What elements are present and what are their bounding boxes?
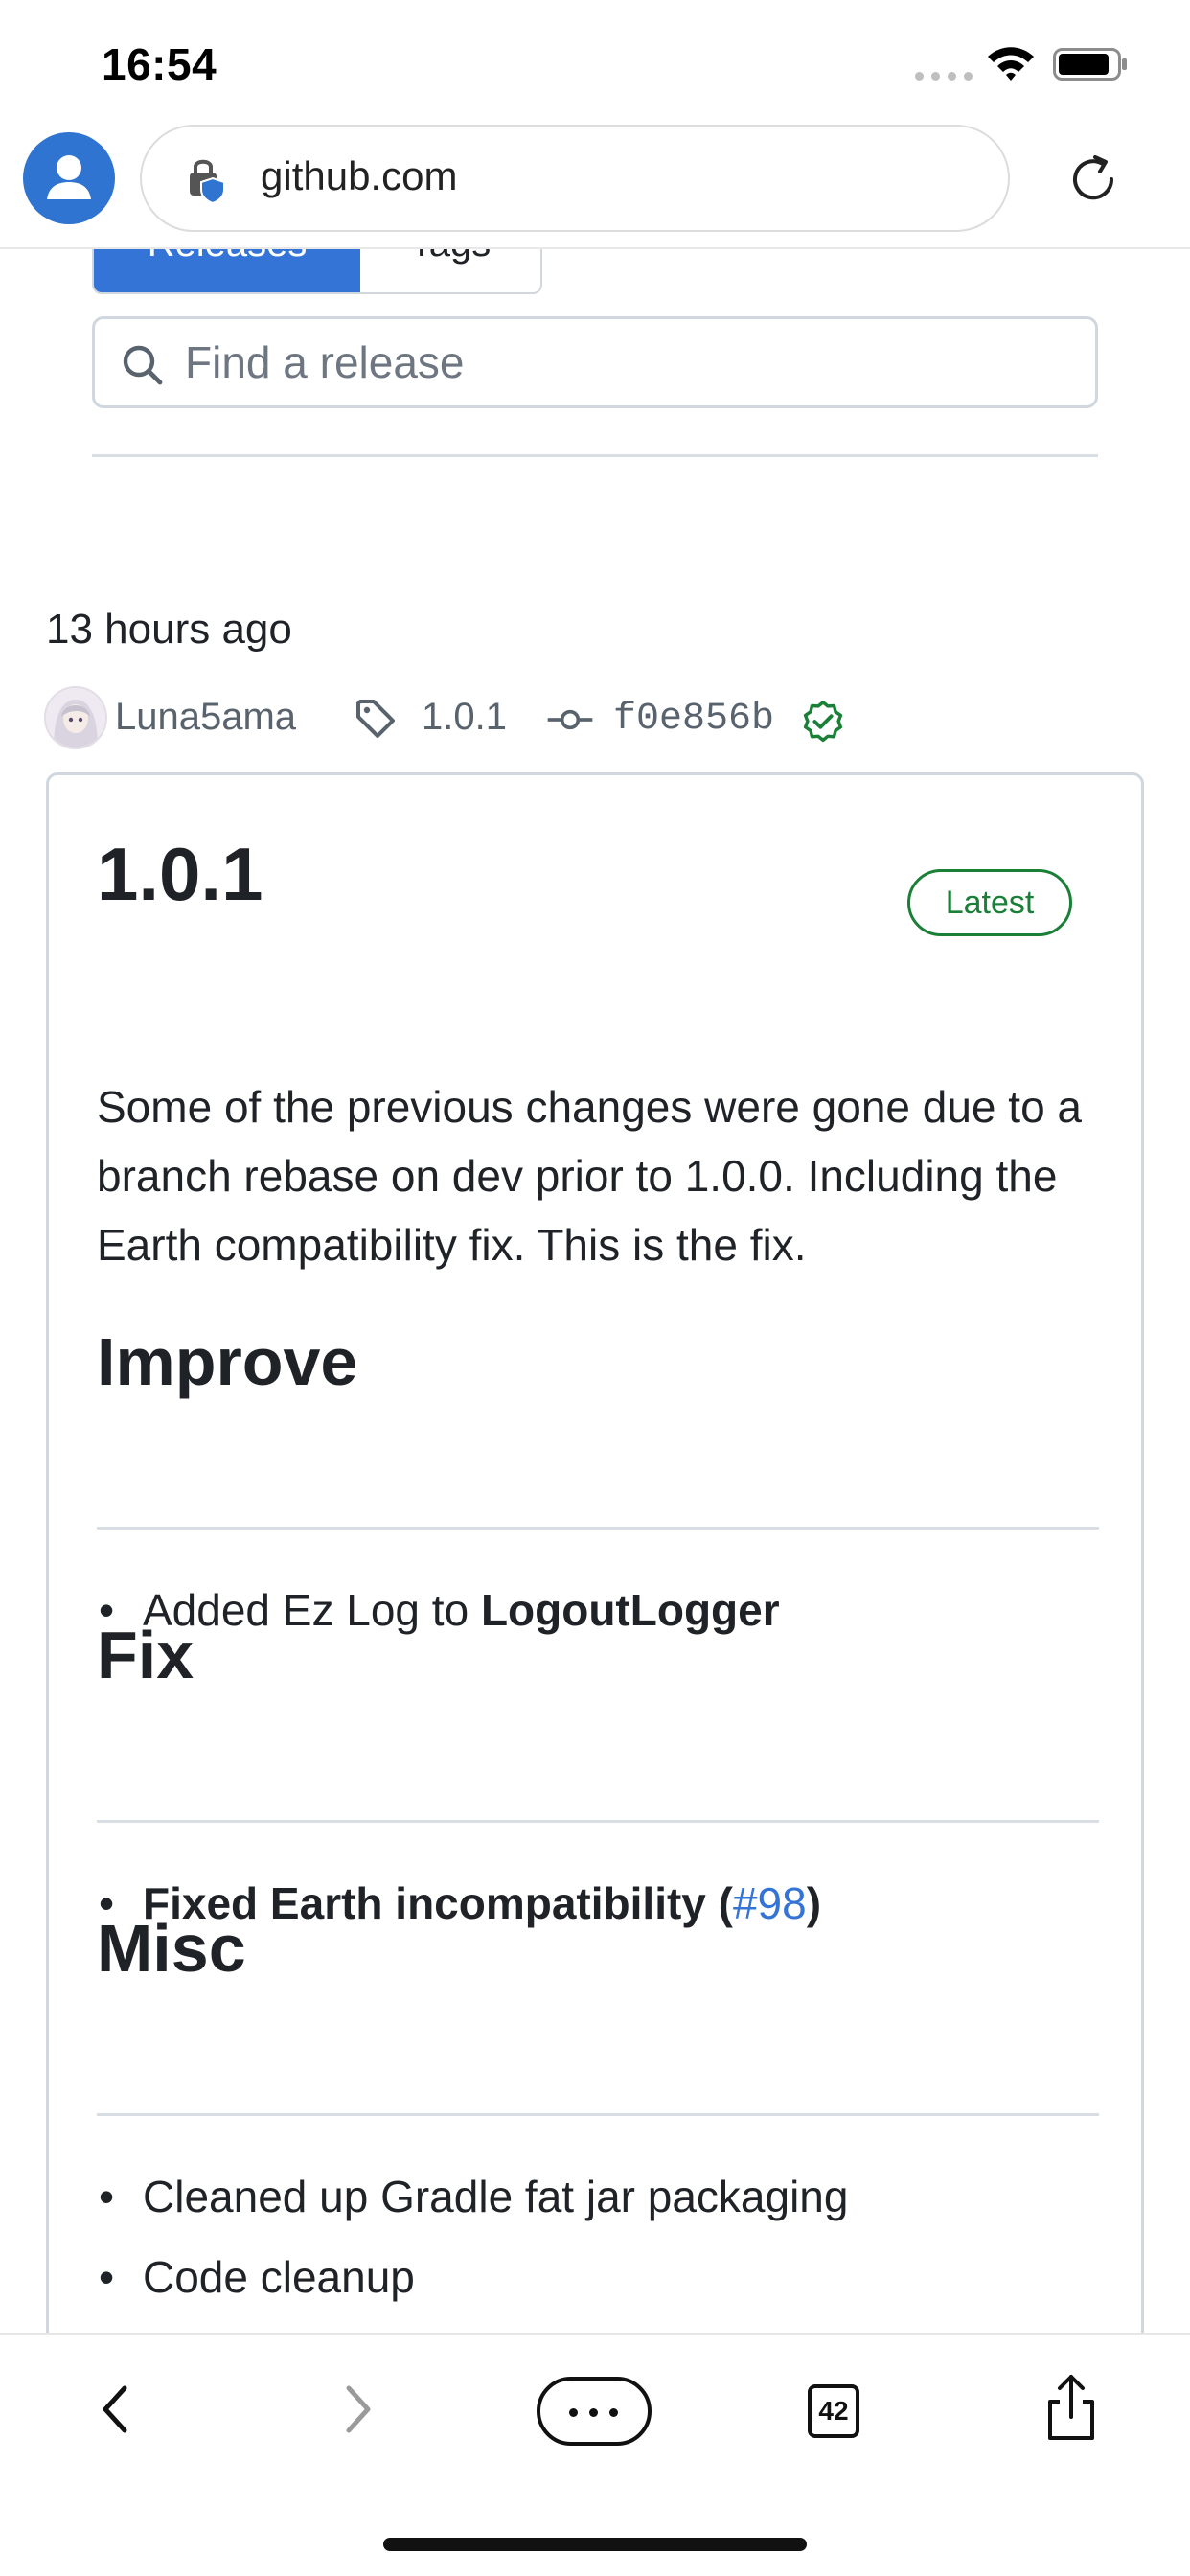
release-description: Some of the previous changes were gone d…	[97, 1082, 1083, 1270]
list-item: Cleaned up Gradle fat jar packaging	[99, 2171, 849, 2222]
status-bar: 16:54	[0, 0, 1190, 125]
tag-link[interactable]: 1.0.1	[422, 696, 507, 739]
url-field[interactable]: github.com	[140, 125, 1010, 232]
commit-icon	[547, 709, 593, 730]
more-menu-icon[interactable]	[537, 2377, 652, 2446]
section-rule	[97, 1820, 1099, 1823]
tag-icon	[356, 700, 395, 738]
release-time-ago: 13 hours ago	[46, 606, 292, 653]
share-icon[interactable]	[1042, 2373, 1100, 2442]
home-indicator[interactable]	[383, 2538, 807, 2551]
cellular-signal-icon	[915, 72, 973, 80]
browser-address-bar: github.com	[0, 115, 1190, 249]
author-link[interactable]: Luna5ama	[115, 696, 296, 739]
list-item: Code cleanup	[99, 2251, 415, 2303]
battery-icon	[1053, 48, 1127, 80]
search-icon	[123, 345, 163, 385]
list-item: Added Ez Log to LogoutLogger	[99, 1584, 780, 1636]
forward-icon[interactable]	[333, 2380, 381, 2438]
reload-icon[interactable]	[1064, 150, 1123, 209]
release-card: 1.0.1 Latest Some of the previous change…	[46, 772, 1144, 2402]
url-text: github.com	[261, 153, 458, 198]
issue-link[interactable]: #98	[733, 1878, 807, 1928]
back-icon[interactable]	[92, 2380, 140, 2438]
section-heading: Fix	[97, 1618, 195, 1692]
release-meta: Luna5ama 1.0.1 f0e856b	[44, 686, 1146, 753]
verified-icon[interactable]	[801, 700, 845, 744]
section-rule	[97, 1527, 1099, 1530]
tabs-count-icon[interactable]: 42	[808, 2384, 859, 2438]
latest-badge: Latest	[907, 869, 1072, 936]
section-heading: Improve	[97, 1324, 358, 1399]
secure-lock-icon	[190, 159, 225, 205]
section-divider	[92, 454, 1098, 457]
release-title[interactable]: 1.0.1	[97, 831, 263, 918]
commit-link[interactable]: f0e856b	[613, 698, 774, 741]
author-avatar[interactable]	[44, 686, 107, 749]
profile-avatar-icon[interactable]	[23, 132, 115, 224]
release-search-input[interactable]	[185, 319, 1047, 405]
status-time: 16:54	[102, 39, 217, 89]
section-heading: Misc	[97, 1911, 246, 1986]
section-rule	[97, 2113, 1099, 2116]
release-search-box[interactable]	[92, 316, 1098, 408]
wifi-icon	[988, 47, 1034, 80]
